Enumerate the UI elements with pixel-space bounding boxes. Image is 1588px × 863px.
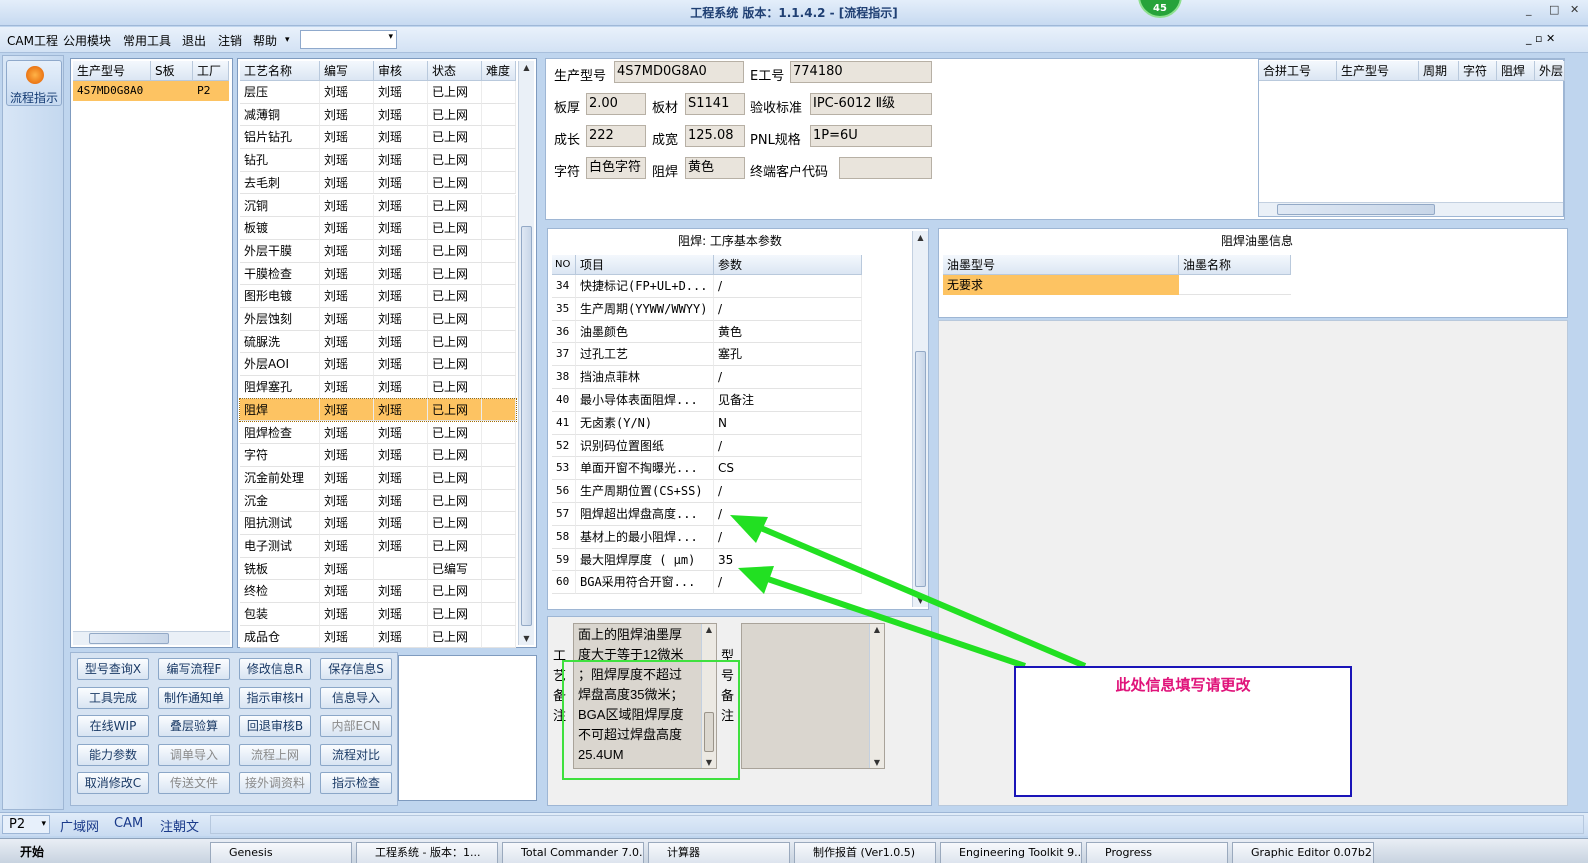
annotation-arrowhead-upper — [730, 515, 768, 543]
annotation-text: 此处信息填写请更改 — [1115, 676, 1251, 694]
taskbar-item[interactable]: Genesis — [210, 842, 352, 863]
status-bar: P2 ▾ 广域网 CAM 注朝文 — [0, 812, 1588, 836]
annotation-arrowhead-lower — [738, 566, 774, 594]
tab-user[interactable]: 注朝文 — [160, 816, 199, 835]
factory-value: P2 — [9, 817, 26, 832]
taskbar-item[interactable]: Engineering Toolkit 9... — [940, 842, 1082, 863]
start-button[interactable]: 开始 — [2, 842, 48, 863]
annotation-box: 此处信息填写请更改 — [1014, 666, 1352, 797]
annotation-arrow-upper — [740, 517, 1087, 669]
annotation-arrow-lower — [749, 570, 1026, 669]
status-message — [210, 815, 1584, 834]
taskbar-item[interactable]: Graphic Editor 0.07b2 — [1232, 842, 1374, 863]
factory-select[interactable]: P2 ▾ — [2, 815, 50, 834]
taskbar-item[interactable]: Total Commander 7.0... — [502, 842, 644, 863]
tab-cam[interactable]: CAM — [114, 816, 143, 831]
taskbar-item[interactable]: 制作报首 (Ver1.0.5) — [794, 842, 936, 863]
chevron-down-icon: ▾ — [41, 819, 46, 829]
taskbar: 开始 Genesis 工程系统 - 版本：1... Total Commander … — [0, 838, 1588, 863]
tab-wan[interactable]: 广域网 — [60, 816, 99, 835]
taskbar-item[interactable]: 计算器 — [648, 842, 790, 863]
taskbar-item[interactable]: Progress — [1086, 842, 1228, 863]
taskbar-item[interactable]: 工程系统 - 版本：1... — [356, 842, 498, 863]
